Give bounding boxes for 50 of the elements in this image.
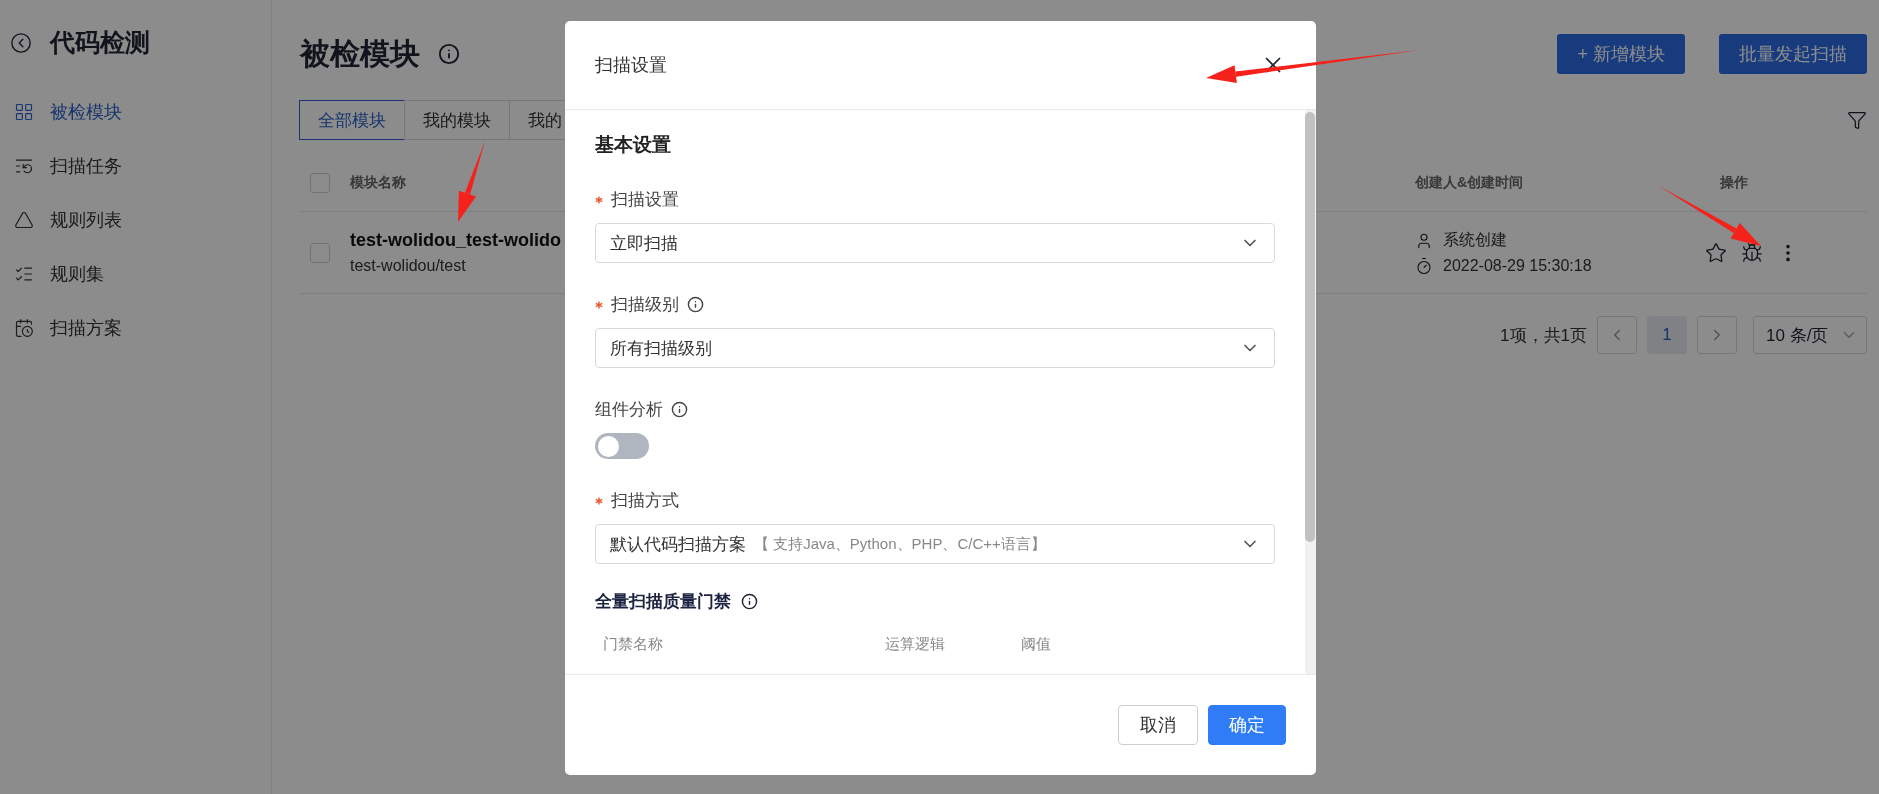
column-header: 模块名称: [350, 173, 406, 192]
field-label: 扫描方式: [611, 490, 679, 512]
select-field[interactable]: 所有扫描级别: [595, 328, 1275, 368]
column-header: 运算逻辑: [885, 635, 946, 654]
created-time: 2022-08-29 15:30:18: [1443, 257, 1592, 275]
sidebar-icon: [14, 102, 34, 122]
action-button[interactable]: + 新增模块: [1557, 34, 1685, 74]
checkbox[interactable]: [310, 172, 330, 193]
page-size-select[interactable]: 10 条/页: [1753, 316, 1867, 354]
field-label: 组件分析: [595, 399, 663, 421]
section-title: 全量扫描质量门禁: [595, 591, 731, 613]
scrollbar-thumb[interactable]: [1305, 112, 1315, 542]
field-label: 扫描设置: [611, 189, 679, 211]
sidebar-item[interactable]: 规则列表: [10, 193, 271, 247]
section-title: 基本设置: [595, 133, 672, 157]
info-icon: [438, 43, 460, 65]
page-title: 被检模块: [300, 35, 420, 72]
sidebar-item[interactable]: 扫描方案: [10, 301, 271, 355]
cancel-button[interactable]: 取消: [1118, 705, 1198, 745]
user-icon: [1415, 231, 1433, 250]
column-header: 门禁名称: [603, 635, 664, 654]
column-header: 阈值: [1021, 635, 1052, 654]
sidebar-item[interactable]: 扫描任务: [10, 139, 271, 193]
action-button[interactable]: 批量发起扫描: [1719, 34, 1867, 74]
filter-icon[interactable]: [1847, 110, 1867, 130]
info-icon: [741, 593, 758, 610]
app-title: 代码检测: [50, 27, 150, 58]
confirm-button[interactable]: 确定: [1208, 705, 1286, 745]
checkbox[interactable]: [310, 242, 330, 263]
column-header: 创建人&创建时间: [1415, 173, 1524, 192]
timer-icon: [1415, 257, 1433, 275]
pagination-summary: 1项，共1页: [1500, 324, 1587, 347]
field-label: 扫描级别: [611, 294, 679, 316]
sidebar-icon: [14, 210, 34, 230]
column-header: 操作: [1720, 173, 1748, 192]
toggle-switch[interactable]: [595, 433, 649, 459]
module-path: test-wolidou/test: [350, 257, 466, 275]
sidebar-item[interactable]: 被检模块: [10, 85, 271, 139]
back-icon[interactable]: [10, 31, 32, 54]
module-name: test-wolidou_test-wolido: [350, 230, 561, 251]
select-field[interactable]: 立即扫描: [595, 223, 1275, 263]
tab[interactable]: 我的模块: [404, 100, 510, 140]
creator-text: 系统创建: [1443, 230, 1507, 250]
star-icon[interactable]: [1705, 241, 1727, 264]
select-field[interactable]: 默认代码扫描方案 【 支持Java、Python、PHP、C/C++语言】: [595, 524, 1275, 564]
tab[interactable]: 全部模块: [299, 100, 405, 140]
sidebar-icon: [14, 318, 34, 338]
page-button[interactable]: 1: [1647, 316, 1687, 354]
sidebar-item[interactable]: 规则集: [10, 247, 271, 301]
dialog-title: 扫描设置: [595, 54, 667, 77]
